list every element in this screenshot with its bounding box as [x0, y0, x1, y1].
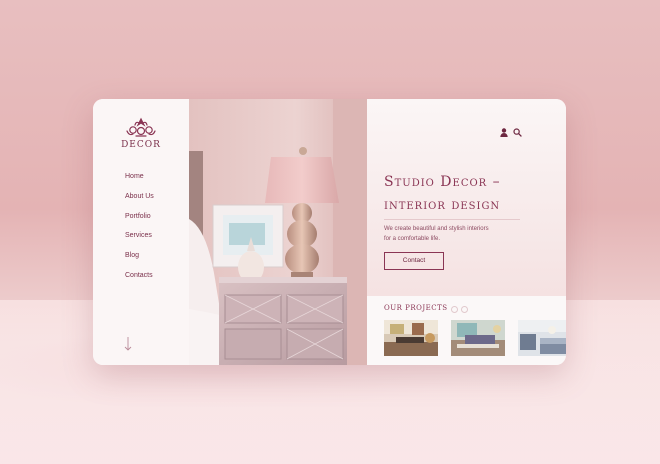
search-icon[interactable] — [513, 128, 522, 137]
hero-content: Studio Decor – interior design We create… — [367, 99, 566, 365]
sidebar-nav: DECOR Home About Us Portfolio Services B… — [93, 99, 189, 365]
brand-name[interactable]: DECOR — [93, 140, 189, 150]
projects-title: OUR PROJECTS — [384, 304, 448, 312]
bedroom-illustration — [189, 99, 367, 365]
nav-item-portfolio[interactable]: Portfolio — [125, 212, 154, 232]
ornament-crown-icon[interactable] — [121, 117, 161, 139]
page-background: DECOR Home About Us Portfolio Services B… — [0, 0, 660, 464]
hero-description-line-1: We create beautiful and stylish interior… — [384, 226, 489, 232]
hero-photo — [189, 99, 367, 365]
page-title-line-1: Studio Decor – — [384, 174, 501, 190]
nav-item-contacts[interactable]: Contacts — [125, 271, 154, 291]
arrow-down-icon[interactable] — [124, 337, 132, 351]
hero-description: We create beautiful and stylish interior… — [384, 225, 514, 244]
chevron-left-icon[interactable] — [451, 306, 458, 313]
website-mockup-card: DECOR Home About Us Portfolio Services B… — [93, 99, 566, 365]
nav-item-home[interactable]: Home — [125, 172, 154, 192]
title-divider — [384, 219, 520, 220]
projects-section: OUR PROJECTS — [367, 296, 566, 365]
contact-button[interactable]: Contact — [384, 252, 444, 270]
chevron-right-icon[interactable] — [461, 306, 468, 313]
project-thumbnail[interactable] — [518, 320, 566, 356]
page-title: Studio Decor – interior design — [384, 171, 564, 217]
nav-item-blog[interactable]: Blog — [125, 251, 154, 271]
hero-description-line-2: for a comfortable life. — [384, 235, 441, 242]
nav-item-about-us[interactable]: About Us — [125, 192, 154, 212]
project-thumbnail[interactable] — [384, 320, 438, 356]
project-thumbnail[interactable] — [451, 320, 505, 356]
nav-item-services[interactable]: Services — [125, 231, 154, 251]
user-icon[interactable] — [500, 128, 508, 137]
nav-menu: Home About Us Portfolio Services Blog Co… — [125, 172, 154, 291]
page-title-line-2: interior design — [384, 197, 501, 213]
